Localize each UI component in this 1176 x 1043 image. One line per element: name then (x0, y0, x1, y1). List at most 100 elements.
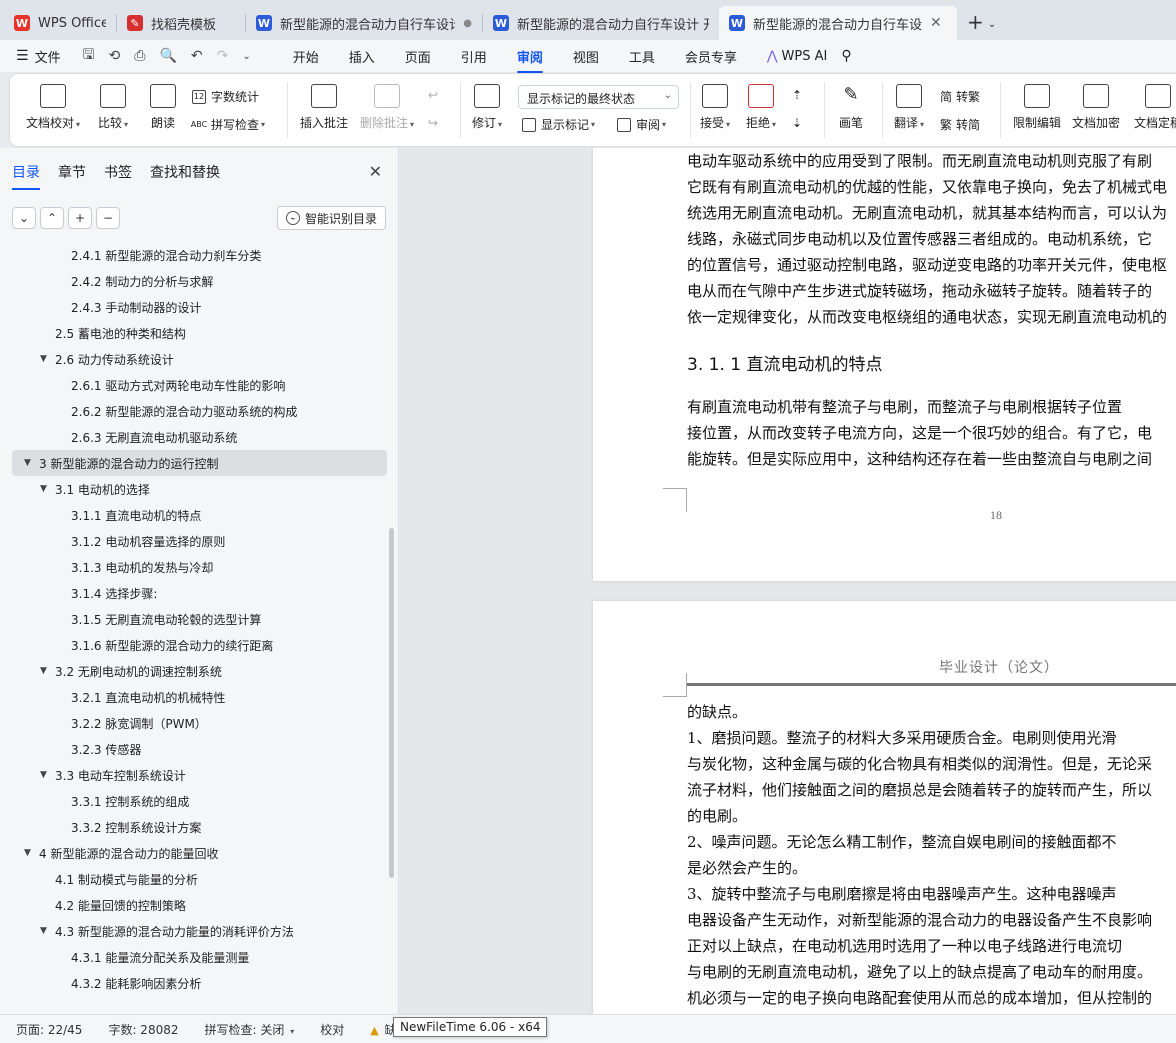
expand-triangle-icon[interactable]: ▼ (40, 484, 47, 494)
toc-item[interactable]: 3.1.3 电动机的发热与冷却 (0, 554, 398, 580)
compare-button[interactable]: 比较 ▾ (98, 84, 128, 131)
nav-tab-3[interactable]: 查找和替换 (150, 162, 220, 190)
accept-button[interactable]: 接受 ▾ (700, 84, 730, 131)
revise-button[interactable]: 修订 ▾ (472, 84, 502, 131)
word-count-button[interactable]: 12 字数统计 (192, 88, 259, 105)
tab-3[interactable]: W 新型能源的混合动力自行车设计 开题 (483, 6, 719, 40)
toc-item[interactable]: ▼ 4.3 新型能源的混合动力能量的消耗评价方法 (0, 918, 398, 944)
expand-triangle-icon[interactable]: ▼ (40, 770, 47, 780)
toc-item[interactable]: ▼ 3.2 无刷电动机的调速控制系统 (0, 658, 398, 684)
show-markup-button[interactable]: 显示标记 ▾ (522, 116, 595, 133)
menu-item-0[interactable]: 开始 (293, 47, 319, 66)
share-icon[interactable]: ⟲ (109, 48, 121, 64)
toc-item[interactable]: ▼ 3 新型能源的混合动力的运行控制 (12, 450, 387, 476)
document-page[interactable]: 毕业设计（论文） 的缺点。 1、磨损问题。整流子的材料大多采用硬质合金。电刷则使… (593, 601, 1176, 1014)
print-preview-icon[interactable]: 🔍 (159, 48, 176, 64)
doc-check-button[interactable]: 文档校对 ▾ (26, 84, 80, 131)
toc-item[interactable]: 3.1.6 新型能源的混合动力的续行距离 (0, 632, 398, 658)
toc-item[interactable]: ▼ 3.3 电动车控制系统设计 (0, 762, 398, 788)
menu-item-7[interactable]: 会员专享 (685, 47, 737, 66)
previous-comment-icon[interactable]: ↩ (428, 88, 438, 102)
toc-item[interactable]: 2.5 蓄电池的种类和结构 (0, 320, 398, 346)
tab-2[interactable]: W 新型能源的混合动力自行车设计 任 ● (246, 6, 482, 40)
minus-icon[interactable]: − (96, 207, 120, 229)
toc-item[interactable]: 3.3.1 控制系统的组成 (0, 788, 398, 814)
toc-item[interactable]: 4.1 制动模式与能量的分析 (0, 866, 398, 892)
menu-item-1[interactable]: 插入 (349, 47, 375, 66)
encrypt-button[interactable]: 文档加密 (1072, 84, 1120, 131)
menu-item-4[interactable]: 审阅 (516, 47, 543, 73)
toc-scrollbar[interactable] (389, 528, 394, 878)
chevron-up-icon[interactable]: ⌃ (40, 207, 64, 229)
previous-change-icon[interactable]: ⇡ (792, 88, 802, 102)
smart-toc-button[interactable]: ⌁ 智能识别目录 (276, 206, 386, 230)
tab-0[interactable]: W WPS Office (4, 6, 116, 40)
toc-item[interactable]: ▼ 2.6 动力传动系统设计 (0, 346, 398, 372)
tab-list-dropdown-icon[interactable]: ⌄ (988, 19, 996, 30)
toc-item[interactable]: 2.4.2 制动力的分析与求解 (0, 268, 398, 294)
menu-item-5[interactable]: 视图 (573, 47, 599, 66)
file-menu[interactable]: ☰ 文件 (16, 47, 61, 66)
markup-state-select[interactable]: 显示标记的最终状态 ⌄ (518, 85, 679, 109)
close-icon[interactable]: ✕ (369, 162, 382, 181)
toc-item[interactable]: 3.2.3 传感器 (0, 736, 398, 762)
insert-comment-button[interactable]: 插入批注 (300, 84, 348, 131)
expand-triangle-icon[interactable]: ▼ (24, 458, 31, 468)
delete-comment-button[interactable]: 删除批注 ▾ (360, 84, 414, 131)
nav-tab-0[interactable]: 目录 (12, 162, 40, 190)
toc-item[interactable]: 3.1.2 电动机容量选择的原则 (0, 528, 398, 554)
toc-item[interactable]: 3.1.5 无刷直流电动轮毂的选型计算 (0, 606, 398, 632)
doc-final-button[interactable]: 文档定稿 (1134, 84, 1176, 131)
toc-item[interactable]: 3.1.4 选择步骤: (0, 580, 398, 606)
toc-item[interactable]: 2.6.1 驱动方式对两轮电动车性能的影响 (0, 372, 398, 398)
toc-item[interactable]: 3.2.2 脉宽调制（PWM） (0, 710, 398, 736)
proofread-status[interactable]: 校对 (320, 1021, 344, 1038)
review-pane-button[interactable]: 审阅 ▾ (617, 116, 666, 133)
toc-item[interactable]: 3.2.1 直流电动机的机械特性 (0, 684, 398, 710)
toc-item[interactable]: 2.4.3 手动制动器的设计 (0, 294, 398, 320)
wps-ai-button[interactable]: ⋀ WPS AI (767, 49, 827, 64)
redo-icon[interactable]: ↷ (217, 48, 229, 64)
menu-item-3[interactable]: 引用 (461, 47, 487, 66)
close-tab-icon[interactable]: ✕ (930, 15, 942, 31)
nav-tab-1[interactable]: 章节 (58, 162, 86, 190)
to-simplified-button[interactable]: 繁 转简 (940, 116, 980, 133)
toc-item[interactable]: 4.2 能量回馈的控制策略 (0, 892, 398, 918)
toc-item[interactable]: ▼ 4 新型能源的混合动力的能量回收 (0, 840, 398, 866)
read-aloud-button[interactable]: 朗读 (150, 84, 176, 131)
toc-item[interactable]: 4.3.1 能量流分配关系及能量测量 (0, 944, 398, 970)
toc-item[interactable]: 2.6.3 无刷直流电动机驱动系统 (0, 424, 398, 450)
spell-check-status[interactable]: 拼写检查: 关闭 ▾ (205, 1021, 295, 1038)
toc-item[interactable]: 3.3.2 控制系统设计方案 (0, 814, 398, 840)
document-page[interactable]: 3. 1. 1 直流电动机的特点 18 电动车驱动系统中的应用受到了限制。而无刷… (593, 148, 1176, 581)
chevron-down-icon[interactable]: ⌄ (12, 207, 36, 229)
plus-icon[interactable]: + (68, 207, 92, 229)
nav-tab-2[interactable]: 书签 (104, 162, 132, 190)
translate-button[interactable]: 翻译 ▾ (894, 84, 924, 131)
toc-item[interactable]: 2.6.2 新型能源的混合动力驱动系统的构成 (0, 398, 398, 424)
to-traditional-button[interactable]: 简 转繁 (940, 88, 980, 105)
toc-item[interactable]: 2.4.1 新型能源的混合动力刹车分类 (0, 242, 398, 268)
search-icon[interactable]: ⚲ (841, 48, 851, 64)
tab-1[interactable]: ✎ 找稻壳模板 (117, 6, 245, 40)
print-icon[interactable]: ⎙ (134, 48, 145, 64)
toc-item[interactable]: 4.3.2 能耗影响因素分析 (0, 970, 398, 996)
expand-triangle-icon[interactable]: ▼ (24, 848, 31, 858)
expand-triangle-icon[interactable]: ▼ (40, 926, 47, 936)
undo-icon[interactable]: ↶ (191, 48, 203, 64)
toc-item[interactable]: 3.1.1 直流电动机的特点 (0, 502, 398, 528)
customize-dropdown-icon[interactable]: ⌄ (242, 51, 250, 62)
spell-check-button[interactable]: ABC 拼写检查 ▾ (191, 116, 265, 133)
new-tab-icon[interactable]: + (967, 10, 984, 34)
save-icon[interactable]: 🖫 (83, 44, 95, 68)
page-count[interactable]: 页面: 22/45 (16, 1021, 82, 1038)
reject-button[interactable]: 拒绝 ▾ (746, 84, 776, 131)
tab-4[interactable]: W 新型能源的混合动力自行车设 ✕ (719, 6, 957, 40)
menu-item-6[interactable]: 工具 (629, 47, 655, 66)
toc-item[interactable]: ▼ 3.1 电动机的选择 (0, 476, 398, 502)
restrict-edit-button[interactable]: 限制编辑 (1013, 84, 1061, 131)
next-comment-icon[interactable]: ↪ (428, 116, 438, 130)
next-change-icon[interactable]: ⇣ (792, 116, 802, 130)
word-count[interactable]: 字数: 28082 (108, 1021, 178, 1038)
pen-button[interactable]: ✎ 画笔 (838, 84, 864, 131)
